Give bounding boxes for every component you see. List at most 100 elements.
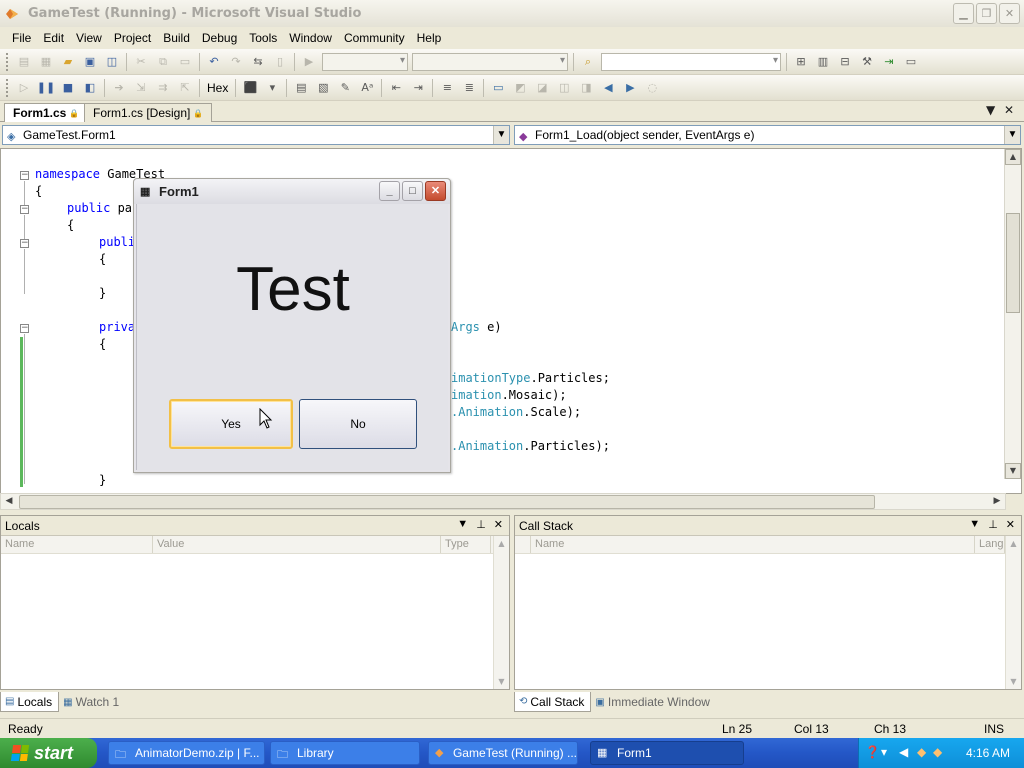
form1-title-bar[interactable]: ▦ Form1 _ □ ✕ bbox=[134, 179, 450, 204]
start-debug-icon[interactable]: ▶ bbox=[300, 53, 318, 71]
prev-bookmark-icon[interactable]: ▧ bbox=[314, 79, 332, 97]
scroll-left-icon[interactable]: ◀ bbox=[1, 494, 17, 510]
locals-scrollbar[interactable]: ▲ ▼ bbox=[493, 536, 509, 689]
find-in-files-icon[interactable]: ⌕ bbox=[579, 53, 597, 71]
chevron-down-icon[interactable]: ▼ bbox=[1004, 126, 1020, 144]
undo-icon[interactable]: ↶ bbox=[205, 53, 223, 71]
cut-icon[interactable]: ✂ bbox=[132, 53, 150, 71]
yes-button[interactable]: Yes bbox=[169, 399, 293, 449]
next-bookmark-folder-icon[interactable]: ◨ bbox=[577, 79, 595, 97]
menu-tools[interactable]: Tools bbox=[243, 29, 283, 47]
step-over-icon[interactable]: ⇉ bbox=[154, 79, 172, 97]
breakpoints-icon[interactable]: ⬛ bbox=[241, 79, 259, 97]
outline-collapse-icon[interactable]: − bbox=[20, 171, 29, 180]
start-button[interactable]: start bbox=[0, 738, 97, 768]
menu-debug[interactable]: Debug bbox=[196, 29, 243, 47]
restore-button[interactable]: ❐ bbox=[976, 3, 997, 24]
continue-icon[interactable]: ▷ bbox=[15, 79, 33, 97]
find-combo[interactable] bbox=[601, 52, 781, 71]
hex-toggle[interactable]: Hex bbox=[203, 81, 232, 95]
column-type[interactable]: Type bbox=[441, 536, 491, 553]
outline-collapse-icon[interactable]: − bbox=[20, 324, 29, 333]
tab-dropdown-icon[interactable]: ▼ bbox=[986, 103, 995, 117]
scroll-down-icon[interactable]: ▼ bbox=[1006, 674, 1021, 689]
save-icon[interactable]: ▣ bbox=[81, 53, 99, 71]
tab-call-stack[interactable]: ⟲ Call Stack bbox=[514, 692, 592, 712]
scroll-up-icon[interactable]: ▲ bbox=[494, 536, 509, 551]
step-out-icon[interactable]: ⇱ bbox=[176, 79, 194, 97]
redo-icon[interactable]: ↷ bbox=[227, 53, 245, 71]
toggle-bookmark-icon[interactable]: ▤ bbox=[292, 79, 310, 97]
taskbar-item-library[interactable]: 🗀 Library bbox=[270, 741, 420, 765]
add-item-icon[interactable]: ▦ bbox=[37, 53, 55, 71]
increase-indent-icon[interactable]: ⇥ bbox=[409, 79, 427, 97]
solution-explorer-icon[interactable]: ⊞ bbox=[792, 53, 810, 71]
close-icon[interactable]: ✕ bbox=[494, 518, 503, 531]
form-maximize-button[interactable]: □ bbox=[402, 181, 423, 201]
close-document-icon[interactable]: ✕ bbox=[1004, 103, 1014, 117]
open-file-icon[interactable]: ▰ bbox=[59, 53, 77, 71]
no-button[interactable]: No bbox=[299, 399, 417, 449]
help-icon[interactable]: ❓ bbox=[865, 745, 880, 759]
toolbox-icon[interactable]: ⚒ bbox=[858, 53, 876, 71]
step-into-icon[interactable]: ⇲ bbox=[132, 79, 150, 97]
chevron-down-icon[interactable]: ▼ bbox=[493, 126, 509, 144]
minimize-button[interactable]: ▁ bbox=[953, 3, 974, 24]
paste-icon[interactable]: ▭ bbox=[176, 53, 194, 71]
pin-icon[interactable]: ⊥ bbox=[476, 518, 486, 531]
show-next-statement-icon[interactable]: ➔ bbox=[110, 79, 128, 97]
break-all-icon[interactable]: ❚❚ bbox=[37, 79, 55, 97]
navigate-icon[interactable]: ⇆ bbox=[249, 53, 267, 71]
indicator-margin[interactable] bbox=[1, 149, 19, 493]
taskbar-item-animatordemo[interactable]: 🗀 AnimatorDemo.zip | F... bbox=[108, 741, 265, 765]
tab-locals[interactable]: ▤ Locals bbox=[0, 692, 60, 712]
editor-vertical-scrollbar[interactable]: ▲ ▼ bbox=[1004, 149, 1021, 479]
properties-icon[interactable]: ▥ bbox=[814, 53, 832, 71]
member-dropdown[interactable]: ◆ Form1_Load(object sender, EventArgs e)… bbox=[514, 125, 1021, 145]
form-minimize-button[interactable]: _ bbox=[379, 181, 400, 201]
next-bookmark-icon[interactable]: ✎ bbox=[336, 79, 354, 97]
clear-bookmarks-icon[interactable]: ◌ bbox=[643, 79, 661, 97]
menu-edit[interactable]: Edit bbox=[37, 29, 70, 47]
scroll-right-icon[interactable]: ▶ bbox=[989, 494, 1005, 510]
next-bookmark-icon[interactable]: ◪ bbox=[533, 79, 551, 97]
toolbar-grip[interactable] bbox=[6, 52, 9, 71]
prev-bookmark-icon[interactable]: ◩ bbox=[511, 79, 529, 97]
show-hidden-icons-icon[interactable]: ◀ bbox=[899, 745, 908, 759]
pin-icon[interactable]: ⊥ bbox=[988, 518, 998, 531]
window-position-icon[interactable]: ▼ bbox=[969, 518, 980, 531]
dropdown-icon[interactable]: ▾ bbox=[263, 79, 281, 97]
menu-view[interactable]: View bbox=[70, 29, 108, 47]
window-position-icon[interactable]: ▼ bbox=[457, 518, 468, 531]
bookmark-icon[interactable]: ▭ bbox=[489, 79, 507, 97]
visual-studio-tray-icon[interactable]: ◆ bbox=[917, 745, 926, 759]
new-project-icon[interactable]: ▤ bbox=[15, 53, 33, 71]
type-dropdown[interactable]: ◈ GameTest.Form1 ▼ bbox=[2, 125, 510, 145]
solution-config-combo[interactable] bbox=[322, 52, 408, 71]
scrollbar-thumb[interactable] bbox=[19, 495, 875, 509]
command-window-icon[interactable]: ▭ bbox=[902, 53, 920, 71]
object-browser-icon[interactable]: ⊟ bbox=[836, 53, 854, 71]
prev-bookmark-folder-icon[interactable]: ◫ bbox=[555, 79, 573, 97]
tab-form1-cs[interactable]: Form1.cs 🔒 bbox=[4, 103, 89, 122]
column-name[interactable]: Name bbox=[531, 536, 975, 553]
taskbar-item-form1[interactable]: ▦ Form1 bbox=[590, 741, 744, 765]
restart-icon[interactable]: ◧ bbox=[81, 79, 99, 97]
scroll-down-icon[interactable]: ▼ bbox=[494, 674, 509, 689]
tab-form1-design[interactable]: Form1.cs [Design] 🔒 bbox=[84, 103, 213, 122]
save-all-icon[interactable]: ◫ bbox=[103, 53, 121, 71]
find-icon[interactable]: ▯ bbox=[271, 53, 289, 71]
outline-collapse-icon[interactable]: − bbox=[20, 205, 29, 214]
next-icon[interactable]: ▶ bbox=[621, 79, 639, 97]
tab-watch-1[interactable]: ▦ Watch 1 bbox=[59, 692, 125, 712]
decrease-indent-icon[interactable]: ⇤ bbox=[387, 79, 405, 97]
menu-window[interactable]: Window bbox=[283, 29, 338, 47]
form-close-button[interactable]: ✕ bbox=[425, 181, 446, 201]
solution-platform-combo[interactable] bbox=[412, 52, 568, 71]
menu-help[interactable]: Help bbox=[411, 29, 448, 47]
menu-community[interactable]: Community bbox=[338, 29, 411, 47]
call-stack-scrollbar[interactable]: ▲ ▼ bbox=[1005, 536, 1021, 689]
editor-horizontal-scrollbar[interactable]: ◀ ▶ bbox=[0, 493, 1006, 510]
outline-collapse-icon[interactable]: − bbox=[20, 239, 29, 248]
stop-debugging-icon[interactable]: ■ bbox=[59, 79, 77, 97]
